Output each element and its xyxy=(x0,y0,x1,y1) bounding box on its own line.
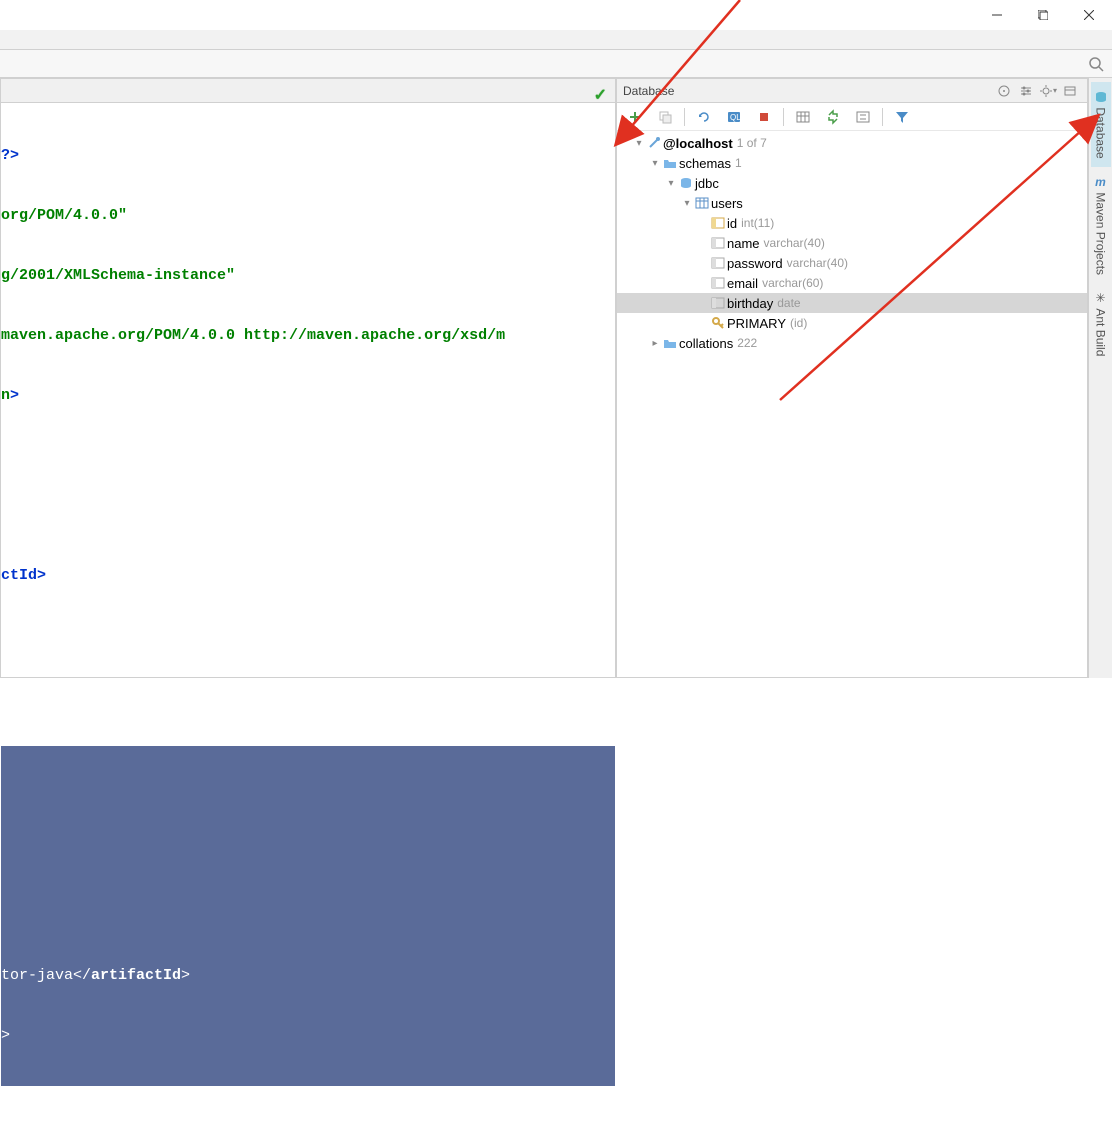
tab-ant[interactable]: ✳ Ant Build xyxy=(1091,283,1111,364)
maven-icon: m xyxy=(1095,175,1106,189)
sync-button[interactable] xyxy=(821,105,845,129)
folder-icon xyxy=(661,336,679,350)
hide-panel-icon[interactable] xyxy=(1061,82,1079,100)
refresh-button[interactable] xyxy=(692,105,716,129)
svg-text:QL: QL xyxy=(730,113,741,122)
code-line: n xyxy=(1,387,10,404)
close-icon xyxy=(1084,10,1094,20)
minimize-button[interactable] xyxy=(974,0,1020,30)
menu-bar xyxy=(0,30,1112,50)
maximize-button[interactable] xyxy=(1020,0,1066,30)
database-icon xyxy=(677,176,695,190)
duplicate-button[interactable] xyxy=(653,105,677,129)
code-line: g/2001/XMLSchema-instance" xyxy=(1,267,235,284)
tree-column-birthday[interactable]: birthday date xyxy=(617,293,1087,313)
selection-block: tor-java</artifactId> > xyxy=(1,746,615,1086)
database-header: Database ▾ xyxy=(617,79,1087,103)
code-editor[interactable]: ?> org/POM/4.0.0" g/2001/XMLSchema-insta… xyxy=(1,103,615,1126)
close-button[interactable] xyxy=(1066,0,1112,30)
tree-connection[interactable]: ▾ @localhost 1 of 7 xyxy=(617,133,1087,153)
tree-column-email[interactable]: email varchar(60) xyxy=(617,273,1087,293)
database-tree[interactable]: ▾ @localhost 1 of 7 ▾ schemas 1 ▾ jdbc ▾… xyxy=(617,131,1087,677)
database-panel: Database ▾ QL ▾ @localhost 1 xyxy=(616,78,1088,678)
check-icon: ✓ xyxy=(594,85,607,105)
tree-settings-icon[interactable] xyxy=(1017,82,1035,100)
tree-primary-key[interactable]: PRIMARY (id) xyxy=(617,313,1087,333)
code-line: org/POM/4.0.0" xyxy=(1,207,127,224)
tab-database[interactable]: Database xyxy=(1091,82,1111,167)
column-pk-icon xyxy=(709,216,727,230)
tree-table[interactable]: ▾ users xyxy=(617,193,1087,213)
gear-icon[interactable]: ▾ xyxy=(1039,82,1057,100)
search-icon[interactable] xyxy=(1088,56,1104,72)
editor-pane: ✓ ?> org/POM/4.0.0" g/2001/XMLSchema-ins… xyxy=(0,78,616,678)
column-icon xyxy=(709,236,727,250)
editor-tabs xyxy=(1,79,615,103)
right-sidebar: Database m Maven Projects ✳ Ant Build xyxy=(1088,78,1112,678)
filter-button[interactable] xyxy=(890,105,914,129)
database-title: Database xyxy=(623,84,993,98)
ant-icon: ✳ xyxy=(1095,291,1105,305)
tree-column-id[interactable]: id int(11) xyxy=(617,213,1087,233)
column-icon xyxy=(709,276,727,290)
table-button[interactable] xyxy=(791,105,815,129)
database-toolbar: QL xyxy=(617,103,1087,131)
code-line: ?> xyxy=(1,147,19,164)
maximize-icon xyxy=(1038,10,1048,20)
connection-icon xyxy=(645,136,663,150)
database-icon xyxy=(1094,90,1108,104)
code-line: ctId> xyxy=(1,567,46,584)
add-button[interactable] xyxy=(623,105,647,129)
code-line: maven.apache.org/POM/4.0.0 http://maven.… xyxy=(1,327,505,344)
table-icon xyxy=(693,196,711,210)
window-controls xyxy=(974,0,1112,30)
target-icon[interactable] xyxy=(995,82,1013,100)
toolbar-strip xyxy=(0,50,1112,78)
column-icon xyxy=(709,256,727,270)
column-icon xyxy=(709,296,727,310)
tab-maven[interactable]: m Maven Projects xyxy=(1091,167,1111,283)
tree-collations[interactable]: ▸ collations 222 xyxy=(617,333,1087,353)
tree-database[interactable]: ▾ jdbc xyxy=(617,173,1087,193)
stop-button[interactable] xyxy=(752,105,776,129)
minimize-icon xyxy=(992,10,1002,20)
folder-icon xyxy=(661,156,679,170)
tree-column-password[interactable]: password varchar(40) xyxy=(617,253,1087,273)
tree-column-name[interactable]: name varchar(40) xyxy=(617,233,1087,253)
key-icon xyxy=(709,316,727,330)
collapse-button[interactable] xyxy=(851,105,875,129)
tree-schemas[interactable]: ▾ schemas 1 xyxy=(617,153,1087,173)
console-button[interactable]: QL xyxy=(722,105,746,129)
